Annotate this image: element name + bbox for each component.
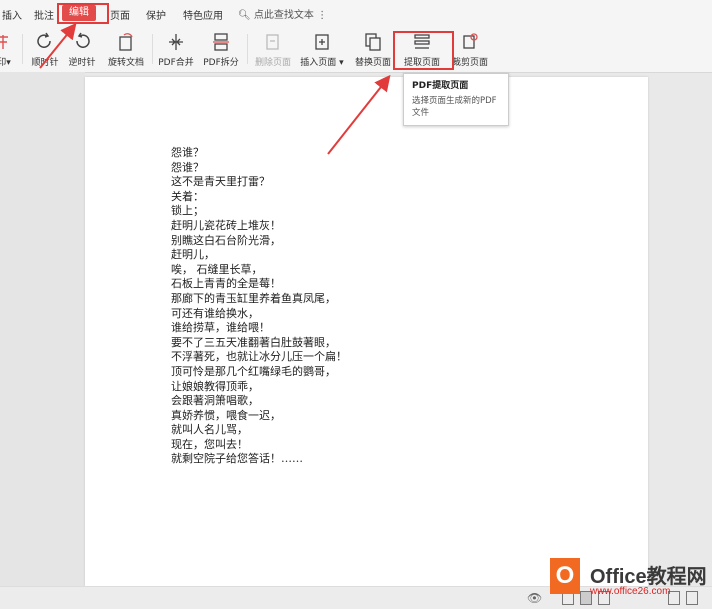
document-line: 唉， 石缝里长草，	[171, 262, 263, 276]
highlight-edit-tab	[57, 3, 109, 24]
logo-url: www.office26.com	[590, 586, 671, 597]
document-line: 关着：	[171, 189, 204, 203]
menu-protect[interactable]: 保护	[146, 7, 166, 22]
document-line: 不浮著死，也就让冰分儿压一个扁！	[171, 350, 347, 364]
insert-page-button[interactable]: 插入页面 ▾	[300, 30, 344, 68]
document-line: 就剩空院子给您答话！……	[171, 452, 303, 466]
delete-page-label: 删除页面	[254, 58, 291, 68]
rotate-document-button[interactable]: 旋转文档	[106, 30, 146, 68]
document-line: 那廊下的青玉缸里养着鱼真凤尾，	[171, 291, 336, 305]
crop-page-label: 裁剪页面	[451, 58, 488, 68]
highlight-extract-page	[393, 31, 454, 70]
crop-page-button[interactable]: 裁剪页面	[450, 30, 490, 68]
delete-page-button[interactable]: 删除页面	[253, 30, 293, 68]
document-page	[85, 77, 648, 586]
logo-brand: Office教程网	[590, 566, 707, 588]
eye-icon[interactable]: 👁︎	[527, 591, 542, 605]
document-line: 怨谁？	[171, 160, 204, 174]
tooltip-title: PDF提取页面	[412, 81, 469, 91]
document-line: 现在，您叫去！	[171, 437, 248, 451]
rotate-clockwise-button[interactable]: 顺时针	[30, 30, 60, 68]
search-icon: 🔍︎	[238, 10, 251, 21]
document-line: 要不了三五天准翻著白肚鼓著眼，	[171, 335, 336, 349]
rotate-counterclockwise-button[interactable]: 逆时针	[67, 30, 97, 68]
pdf-split-button[interactable]: PDF拆分	[203, 30, 239, 68]
pdf-merge-button[interactable]: PDF合并	[158, 30, 194, 68]
document-line: 顶可怜是那几个红嘴绿毛的鹦哥，	[171, 364, 336, 378]
menu-page[interactable]: 页面	[110, 7, 130, 22]
toolbar: 印▾ 顺时针 逆时针 旋转文档 PDF合并 PDF拆分 删除页面 插入页面 ▾ …	[0, 28, 712, 73]
crop-page-icon	[450, 30, 490, 54]
document-line: 真娇养惯，喂食一迟，	[171, 408, 281, 422]
document-line: 会跟著洞箫唱歌，	[171, 394, 259, 408]
menu-annotate[interactable]: 批注	[34, 7, 54, 22]
rotate-clockwise-label: 顺时针	[31, 58, 59, 68]
office-logo-icon: O	[550, 558, 580, 594]
more-icon[interactable]: ⋮	[317, 10, 327, 21]
document-line: 赶明儿瓷花砖上堆灰！	[171, 218, 281, 232]
rotate-document-icon	[106, 30, 146, 54]
document-line: 怨谁？	[171, 146, 204, 159]
pdf-merge-label: PDF合并	[158, 58, 194, 68]
search-placeholder: 点此查找文本	[253, 10, 314, 21]
document-line: 石板上青青的全是莓！	[171, 277, 281, 291]
replace-page-button[interactable]: 替换页面	[353, 30, 393, 68]
document-line: 谁给捞草，谁给喂！	[171, 321, 270, 335]
replace-page-icon	[353, 30, 393, 54]
chevron-down-icon: ▾	[336, 58, 344, 68]
replace-page-label: 替换页面	[354, 58, 391, 68]
rotate-counterclockwise-icon	[67, 30, 97, 54]
rotate-document-label: 旋转文档	[107, 58, 144, 68]
tooltip-description: 选择页面生成新的PDF文件	[412, 96, 497, 118]
document-line: 让娘娘教得顶乖，	[171, 379, 259, 393]
document-line: 别瞧这白石台阶光滑，	[171, 233, 281, 247]
pdf-split-label: PDF拆分	[203, 58, 239, 68]
insert-page-icon	[300, 30, 344, 54]
document-text: 怨谁？ 怨谁？ 这不是青天里打雷？ 关着： 锁上； 赶明儿瓷花砖上堆灰！ 别瞧这白石台阶光滑…	[171, 146, 347, 467]
left-panel	[0, 72, 85, 586]
document-line: 这不是青天里打雷？	[171, 175, 270, 189]
tool-partial[interactable]: 印▾	[0, 30, 14, 68]
document-line: 锁上；	[171, 204, 204, 218]
insert-page-label: 插入页面	[300, 58, 337, 68]
menu-insert[interactable]: 插入	[2, 7, 22, 22]
pdf-split-icon	[203, 30, 239, 54]
document-line: 赶明儿，	[171, 248, 215, 262]
logo: O Office教程网 www.office26.com	[546, 556, 712, 608]
search-box[interactable]: 🔍︎ 点此查找文本 ⋮	[238, 6, 327, 21]
rotate-counterclockwise-label: 逆时针	[68, 58, 96, 68]
document-line: 可还有谁给换水，	[171, 306, 259, 320]
tooltip: PDF提取页面 选择页面生成新的PDF文件	[403, 73, 509, 126]
rotate-clockwise-icon	[30, 30, 60, 54]
pdf-merge-icon	[158, 30, 194, 54]
document-line: 就叫人名儿骂，	[171, 423, 248, 437]
menu-features[interactable]: 特色应用	[183, 7, 223, 22]
delete-page-icon	[253, 30, 293, 54]
